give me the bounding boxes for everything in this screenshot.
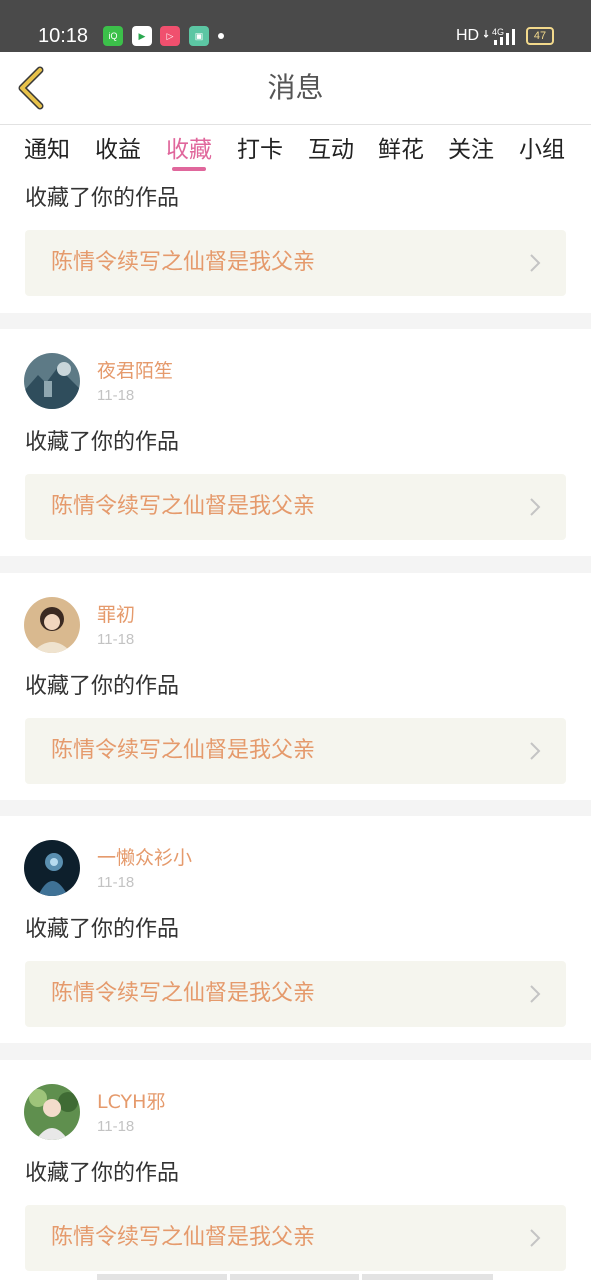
user-name[interactable]: 夜君陌笙 [97,359,173,383]
chat-app-icon: ▣ [189,26,209,46]
message-date: 11-18 [97,1118,135,1135]
bottom-scroll-segment [230,1274,359,1280]
tab-notice[interactable]: 通知 [24,135,70,165]
avatar[interactable] [24,597,80,653]
status-time: 10:18 [38,25,89,47]
tab-group[interactable]: 小组 [519,135,565,165]
work-link[interactable]: 陈情令续写之仙督是我父亲 [25,961,566,1027]
message-card: 罪初 11-18 收藏了你的作品 陈情令续写之仙督是我父亲 [0,573,591,800]
signal-icon: 4G [484,27,515,45]
chevron-right-icon [530,742,541,760]
work-link[interactable]: 陈情令续写之仙督是我父亲 [25,1205,566,1271]
work-link[interactable]: 陈情令续写之仙督是我父亲 [25,718,566,784]
message-action: 收藏了你的作品 [25,1161,180,1186]
status-bar: 10:18 iQ ▶ ▷ ▣ HD 4G 47 [0,0,591,52]
iqiyi-app-icon: iQ [103,26,123,46]
work-title: 陈情令续写之仙督是我父亲 [51,494,316,519]
bottom-scroll-segment [97,1274,227,1280]
avatar[interactable] [24,353,80,409]
bottom-scroll-segment [362,1274,493,1280]
tab-follow[interactable]: 关注 [448,135,494,165]
chevron-right-icon [530,498,541,516]
work-title: 陈情令续写之仙督是我父亲 [51,738,316,763]
work-title: 陈情令续写之仙督是我父亲 [51,250,316,275]
chevron-right-icon [530,985,541,1003]
message-card: 夜君陌笙 11-18 收藏了你的作品 陈情令续写之仙督是我父亲 [0,329,591,556]
user-name[interactable]: 一懒众衫小 [97,846,192,870]
user-name[interactable]: 罪初 [97,603,135,627]
tab-favorites[interactable]: 收藏 [166,135,212,171]
notification-dot-icon [218,33,224,39]
message-date: 11-18 [97,631,135,648]
work-title: 陈情令续写之仙督是我父亲 [51,981,316,1006]
work-link[interactable]: 陈情令续写之仙督是我父亲 [25,230,566,296]
message-card: 一懒众衫小 11-18 收藏了你的作品 陈情令续写之仙督是我父亲 [0,816,591,1043]
video-app-icon: ▷ [160,26,180,46]
message-action: 收藏了你的作品 [25,430,180,455]
tab-interaction[interactable]: 互动 [308,135,354,165]
message-date: 11-18 [97,874,135,891]
tencent-video-app-icon: ▶ [132,26,152,46]
message-action: 收藏了你的作品 [25,186,180,211]
work-link[interactable]: 陈情令续写之仙督是我父亲 [25,474,566,540]
message-list: 收藏了你的作品 陈情令续写之仙督是我父亲 夜君陌笙 11-18 收藏了你的作品 … [0,179,591,1280]
hd-indicator: HD [456,27,480,44]
header-bar: 消息 [0,52,591,125]
avatar[interactable] [24,840,80,896]
tab-flowers[interactable]: 鲜花 [378,135,424,165]
battery-icon: 47 [526,27,554,45]
message-card: 收藏了你的作品 陈情令续写之仙督是我父亲 [0,179,591,313]
message-action: 收藏了你的作品 [25,674,180,699]
work-title: 陈情令续写之仙督是我父亲 [51,1225,316,1250]
user-name[interactable]: LCYH邪 [97,1090,165,1114]
page-title: 消息 [267,71,324,104]
tab-checkin[interactable]: 打卡 [237,135,283,165]
tab-earnings[interactable]: 收益 [95,135,141,165]
chevron-right-icon [530,1229,541,1247]
avatar[interactable] [24,1084,80,1140]
chevron-right-icon [530,254,541,272]
message-card: LCYH邪 11-18 收藏了你的作品 陈情令续写之仙督是我父亲 [0,1060,591,1280]
message-action: 收藏了你的作品 [25,917,180,942]
signal-label: 4G [492,27,504,37]
tab-bar: 通知 收益 收藏 打卡 互动 鲜花 关注 小组 [0,125,591,179]
message-date: 11-18 [97,387,135,404]
